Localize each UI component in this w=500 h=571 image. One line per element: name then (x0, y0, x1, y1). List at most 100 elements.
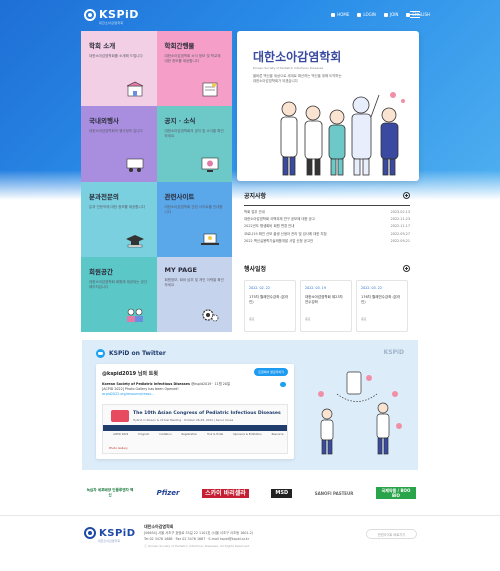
notice-item[interactable]: 2022 백신실용학기술제품개발 사업 신청 공고안 2022.09.21 (244, 238, 410, 245)
more-plus-icon[interactable] (403, 192, 410, 199)
tile-title: 국내외행사 (89, 117, 119, 126)
social-illustration (318, 371, 402, 455)
footer-info: 대한소아감염학회 [06654] 서울 서초구 효령로 55길 22 1101호… (144, 524, 253, 549)
notice-list: 학회 업무 안내 2023.02.13 대한소아감염학회 국책과제 연구 공모에 … (244, 205, 410, 245)
tweet-image-nav-item: Tour & Hotel (207, 433, 224, 436)
event-card[interactable]: 2022. 03. 19 대한소아감염학회 제23차 연수강좌 종료 (300, 280, 352, 332)
tile-title: 공지 · 소식 (164, 117, 196, 126)
tile-notice[interactable]: 공지 · 소식 대한소아감염학회의 공지 및 소식을 확인하세요 (156, 106, 232, 182)
home-icon (331, 12, 336, 17)
notice-item[interactable]: 학회 업무 안내 2023.02.13 (244, 209, 410, 216)
footer-contact: Tel 02 3476 1668 · Fax 02 3476 1667 · E-… (144, 537, 250, 541)
tile-title: 학회간행물 (164, 42, 195, 50)
twitter-section: KSPiD on Twitter KSPiD @kspid2019 님의 트윗 … (82, 340, 418, 470)
tile-desc: 회원정보, 회비 납부 및 개인 이력을 확인하세요 (164, 277, 224, 287)
nav-label: JOIN (389, 12, 399, 17)
partner-sky[interactable]: 스카이 바리셀라 (202, 488, 249, 498)
medical-staff-illustration (280, 92, 405, 176)
notice-item-title: 대한소아감염학회 국책과제 연구 공모에 대한 공고 (244, 217, 315, 222)
event-date: 2022. 03. 22 (361, 286, 382, 290)
tile-title: 회원공간 (89, 267, 113, 276)
notice-item-title: 2022년도 평생회비 회원 변경 안내 (244, 224, 295, 229)
tile-events[interactable]: 국내외행사 대한소아감염학회의 행사정보 입니다 (81, 106, 157, 182)
twitter-bird-icon (96, 349, 105, 358)
partner-msd[interactable]: MSD (271, 488, 293, 498)
event-card[interactable]: 2022. 02. 22 175차 월례연수강좌 (온라인) 종료 (244, 280, 296, 332)
twitter-title: KSPiD on Twitter (109, 350, 166, 357)
nav-home[interactable]: HOME (331, 12, 349, 17)
notice-item-date: 2022.09.21 (390, 238, 410, 243)
events-section: 행사일정 2022. 02. 22 175차 월례연수강좌 (온라인) 종료 2… (244, 264, 410, 332)
twitter-header: KSPiD on Twitter (96, 349, 166, 358)
logo-text: KSPiD (99, 8, 139, 21)
tweet-embed[interactable]: @kspid2019 님의 트윗 트윗에서 팔로우하기 Korean Socie… (96, 364, 294, 459)
event-title: 대한소아감염학회 제23차 연수강좌 (305, 295, 343, 304)
tweet-image[interactable]: The 10th Asian Congress of Pediatric Inf… (102, 404, 288, 454)
event-card[interactable]: 2022. 03. 22 176차 월례연수강좌 (온라인) 종료 (356, 280, 408, 332)
notice-title: 공지사항 (244, 193, 267, 200)
tile-desc: 분과 전문의에 대한 정보를 제공합니다 (89, 204, 145, 209)
notice-item-date: 2023.02.13 (390, 210, 410, 214)
nav-join[interactable]: JOIN (383, 12, 399, 17)
hamburger-menu-icon[interactable] (410, 11, 420, 20)
follow-button[interactable]: 트윗에서 팔로우하기 (254, 368, 288, 376)
notice-item[interactable]: 대한소아감염학회 국책과제 연구 공모에 대한 공고 2022.11.23 (244, 216, 410, 223)
tweet-image-bar (103, 425, 287, 431)
banner-text: 올바른 백신을 세상으로 세계로 확산하는 백신을 위해 도약하는 대한소아감염… (253, 74, 342, 83)
tweet-image-title: The 10th Asian Congress of Pediatric Inf… (133, 411, 281, 416)
event-title: 175차 월례연수강좌 (온라인) (249, 295, 289, 304)
notice-item-title: 학회 업무 안내 (244, 210, 265, 214)
tile-publications[interactable]: 학회간행물 대한소아감염학회 소식 정보 및 학교에 대한 정보를 제공합니다 (156, 31, 232, 107)
tweet-image-subtitle: Hybrid in Person & Virtual Meeting · Oct… (133, 418, 234, 422)
more-plus-icon[interactable] (403, 265, 410, 272)
event-status: 종료 (305, 317, 311, 321)
footer-logo-subtitle: 대한소아감염학회 (98, 539, 121, 543)
tile-specialist[interactable]: 분과전문의 분과 전문의에 대한 정보를 제공합니다 (81, 181, 157, 257)
tile-desc: 대한소아감염학회 회원께 제공되는 공간 페이지입니다 (89, 279, 148, 289)
tile-related-sites[interactable]: 관련사이트 대한소아감염학회 관련 사이트를 안내합니다 (156, 181, 232, 257)
notice-item-date: 2022.11.17 (390, 224, 410, 229)
tile-about[interactable]: 학회 소개 대한소아감염학회를 소개해 드립니다 (81, 31, 157, 107)
partner-gc[interactable]: 녹십자 세포배양 인플루엔자 백신 (86, 488, 134, 498)
nav-label: LOGIN (363, 12, 376, 17)
tile-title: 분과전문의 (89, 192, 119, 201)
events-header: 행사일정 (244, 264, 410, 273)
notice-item-date: 2022.11.23 (390, 217, 410, 222)
partner-boo[interactable]: 국제약품 / BOO BIO (375, 487, 416, 499)
logo-mark-icon (84, 8, 96, 21)
notice-item-title: 2022 백신실용학기술제품개발 사업 신청 공고안 (244, 238, 314, 243)
congress-logo (111, 410, 129, 422)
event-cards: 2022. 02. 22 175차 월례연수강좌 (온라인) 종료 2022. … (244, 280, 410, 332)
laptop-icon (201, 233, 219, 245)
tweet-image-footer: Photo Gallery (109, 446, 128, 450)
nav-login[interactable]: LOGIN (357, 12, 376, 17)
tweet-image-nav: ACPID 2022 Program Invitation Registrati… (113, 433, 284, 436)
monitor-icon (201, 157, 219, 172)
notice-item[interactable]: 2022년도 평생회비 회원 변경 안내 2022.11.17 (244, 223, 410, 230)
main-banner[interactable]: 대한소아감염학회 Korean Society of Pediatric Inf… (237, 31, 419, 181)
partner-logos: 녹십자 세포배양 인플루엔자 백신 Pfizer 스카이 바리셀라 MSD SA… (86, 478, 416, 508)
login-icon (357, 12, 362, 17)
tweet-image-nav-item: ACPID 2022 (113, 433, 129, 436)
logo-mark-icon (84, 527, 96, 539)
site-footer: KSPiD 대한소아감염학회 대한소아감염학회 [06654] 서울 서초구 효… (0, 515, 500, 571)
event-title: 176차 월례연수강좌 (온라인) (361, 295, 401, 304)
partner-pfizer[interactable]: Pfizer (157, 489, 180, 496)
notice-item[interactable]: 코로나19 확진 산모 출생 신생아 관리 및 검사에 대한 지침 2022.09… (244, 231, 410, 238)
tweet-handle: @kspid2019 · 11월 20일 (190, 382, 231, 386)
logo[interactable]: KSPiD (84, 8, 139, 21)
tweet-image-nav-item: Registration (181, 433, 198, 436)
event-date: 2022. 02. 22 (249, 286, 270, 290)
notice-section: 공지사항 학회 업무 안내 2023.02.13 대한소아감염학회 국책과제 연구… (244, 191, 410, 245)
tile-members[interactable]: 회원공간 대한소아감염학회 회원께 제공되는 공간 페이지입니다 (81, 256, 157, 332)
tile-title: MY PAGE (164, 265, 197, 274)
tweet-embed-title: @kspid2019 님의 트윗 (102, 371, 158, 377)
tweet-link[interactable]: acpid2022.org/resource/resou... (102, 392, 288, 397)
partner-sanofi[interactable]: SANOFI PASTEUR (315, 491, 354, 496)
tile-mypage[interactable]: MY PAGE 회원정보, 회비 납부 및 개인 이력을 확인하세요 (156, 256, 232, 332)
building-icon (126, 81, 143, 97)
footer-logo[interactable]: KSPiD (84, 527, 136, 539)
join-icon (383, 12, 388, 17)
related-sites-button[interactable]: 관련사이트 바로가기 (366, 529, 417, 539)
notice-item-title: 코로나19 확진 산모 출생 신생아 관리 및 검사에 대한 지침 (244, 231, 327, 236)
